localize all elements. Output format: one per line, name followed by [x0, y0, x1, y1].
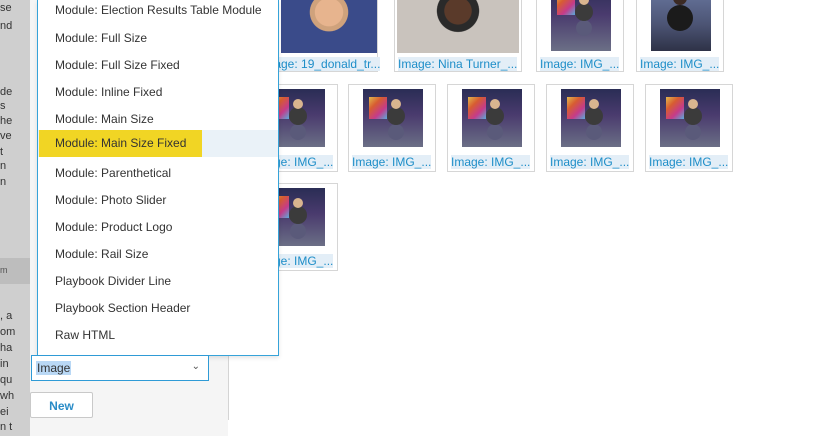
text-fragment: ve	[0, 130, 12, 142]
image-thumbnail[interactable]: Image: IMG_...	[636, 0, 724, 72]
text-fragment: qu	[0, 374, 13, 386]
image-thumbnail[interactable]: Image: IMG_...	[536, 0, 624, 72]
thumbnail-caption: Image: IMG_...	[649, 155, 729, 169]
image-thumbnail[interactable]: Image: IMG_...	[645, 84, 733, 172]
option-label: Raw HTML	[55, 328, 116, 342]
thumbnail-caption: Image: IMG_...	[352, 155, 432, 169]
image-thumbnail[interactable]: Image: IMG_...	[447, 84, 535, 172]
dropdown-option[interactable]: Module: Product Logo	[38, 217, 278, 244]
text-fragment: wh	[0, 390, 15, 402]
thumbnail-caption: Image: IMG_...	[550, 155, 630, 169]
option-label: Module: Inline Fixed	[55, 85, 163, 99]
text-fragment: om	[0, 326, 16, 338]
thumbnail-caption: Image: IMG_...	[451, 155, 531, 169]
text-fragment: n	[0, 160, 7, 172]
thumbnail-caption: Image: IMG_...	[540, 57, 620, 71]
text-fragment: n t	[0, 421, 13, 433]
text-fragment: ei	[0, 406, 9, 418]
text-fragment: t	[0, 146, 4, 158]
new-button[interactable]: New	[30, 392, 93, 418]
thumbnail-image	[462, 89, 522, 147]
module-type-dropdown[interactable]: Module: Election Results Table Module Mo…	[37, 0, 279, 356]
text-fragment: he	[0, 115, 13, 127]
dropdown-option[interactable]: Module: Parenthetical	[38, 163, 278, 190]
thumbnail-image	[281, 0, 377, 53]
option-label: Module: Main Size	[55, 112, 154, 126]
option-label: Module: Full Size Fixed	[55, 58, 180, 72]
option-label: Playbook Section Header	[55, 301, 191, 315]
option-label: Module: Parenthetical	[55, 166, 172, 180]
thumbnail-caption: Image: IMG_...	[640, 57, 720, 71]
text-fragment: nd	[0, 20, 13, 32]
image-thumbnail[interactable]: Image: IMG_...	[348, 84, 436, 172]
dropdown-option[interactable]: Playbook Divider Line	[38, 271, 278, 298]
select-value: Image	[36, 361, 72, 375]
thumbnail-image	[551, 0, 611, 51]
text-fragment: de	[0, 86, 13, 98]
option-label: Module: Election Results Table Module	[55, 3, 262, 17]
option-label: Module: Full Size	[55, 31, 148, 45]
thumbnail-image	[651, 0, 711, 51]
dropdown-option[interactable]: Raw HTML	[38, 325, 278, 352]
dropdown-option[interactable]: Module: Rail Size	[38, 244, 278, 271]
option-label: Module: Rail Size	[55, 247, 149, 261]
dropdown-option[interactable]: Playbook Section Header	[38, 298, 278, 325]
module-type-select[interactable]: Image ⌄	[31, 355, 209, 381]
text-fragment: n	[0, 176, 7, 188]
text-fragment: m	[0, 265, 8, 275]
dropdown-option[interactable]: Module: Full Size Fixed	[38, 55, 278, 82]
thumbnail-caption: Image: Nina Turner_...	[398, 57, 518, 71]
dropdown-option[interactable]: Module: Full Size	[38, 28, 278, 55]
thumbnail-image	[363, 89, 423, 147]
editor-text-strip: se nd de s he ve t n n m , a om ha in qu…	[0, 0, 30, 436]
dropdown-option[interactable]: Module: Election Results Table Module	[38, 0, 278, 27]
option-label: Module: Main Size Fixed	[39, 130, 203, 157]
chevron-down-icon: ⌄	[191, 361, 200, 372]
thumbnail-image	[397, 0, 519, 53]
text-fragment: in	[0, 358, 9, 370]
option-label: Playbook Divider Line	[55, 274, 172, 288]
text-fragment: se	[0, 2, 12, 14]
option-label: Module: Product Logo	[55, 220, 173, 234]
dropdown-option-selected[interactable]: Module: Main Size Fixed	[38, 130, 278, 157]
thumbnail-image	[561, 89, 621, 147]
text-fragment: , a	[0, 310, 13, 322]
thumbnail-image	[660, 89, 720, 147]
dropdown-option[interactable]: Module: Inline Fixed	[38, 82, 278, 109]
option-label: Module: Photo Slider	[55, 193, 167, 207]
dropdown-option[interactable]: Module: Photo Slider	[38, 190, 278, 217]
text-fragment: ha	[0, 342, 13, 354]
image-thumbnail[interactable]: Image: Nina Turner_...	[394, 0, 522, 72]
text-fragment: s	[0, 100, 6, 112]
image-thumbnail[interactable]: Image: IMG_...	[546, 84, 634, 172]
